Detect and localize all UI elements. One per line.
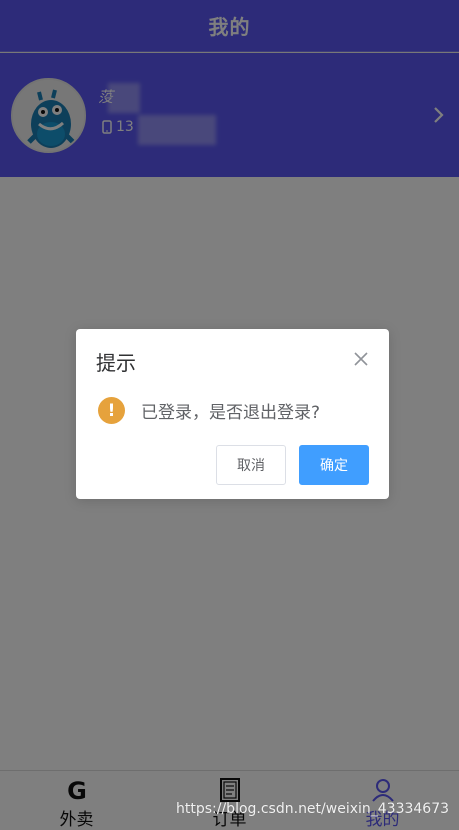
dialog-message: ! 已登录，是否退出登录? bbox=[98, 397, 320, 424]
confirm-button[interactable]: 确定 bbox=[299, 445, 369, 485]
cancel-button[interactable]: 取消 bbox=[216, 445, 286, 485]
warning-icon: ! bbox=[98, 397, 125, 424]
dialog-title: 提示 bbox=[96, 351, 136, 375]
dialog-message-text: 已登录，是否退出登录? bbox=[141, 403, 321, 423]
app-root: 我的 莈 13 bbox=[0, 0, 459, 830]
logout-dialog: 提示 ! 已登录，是否退出登录? 取消 确定 bbox=[76, 329, 389, 499]
close-icon[interactable] bbox=[353, 351, 369, 367]
watermark-text: https://blog.csdn.net/weixin_43334673 bbox=[176, 801, 450, 817]
